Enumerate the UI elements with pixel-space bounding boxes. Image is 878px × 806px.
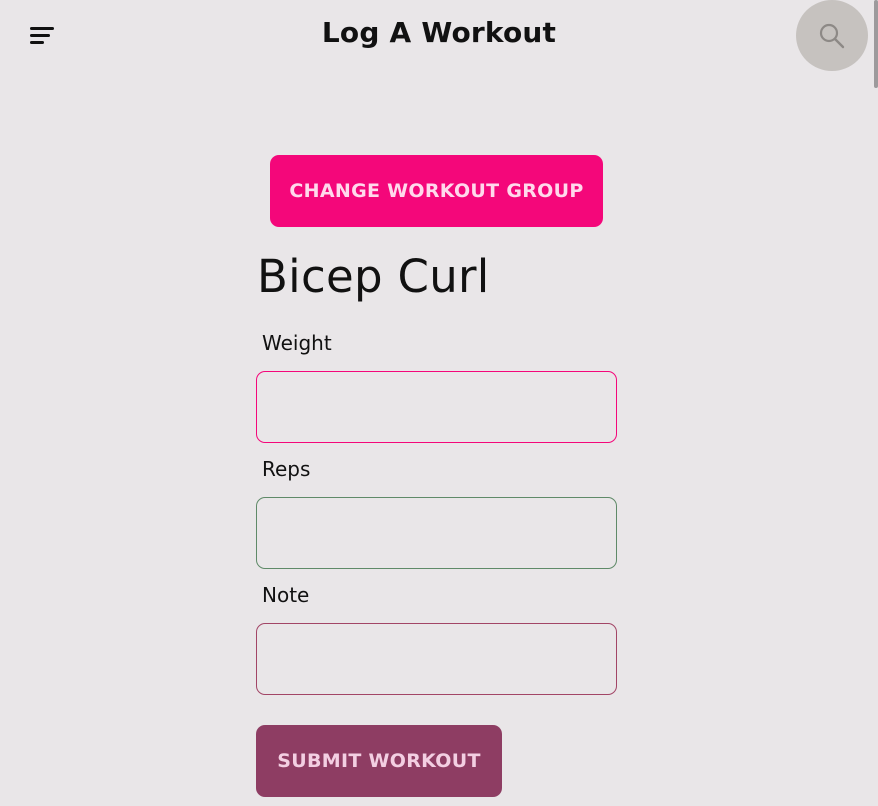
search-icon — [819, 23, 845, 49]
change-workout-group-button[interactable]: CHANGE WORKOUT GROUP — [270, 155, 603, 227]
search-button[interactable] — [796, 0, 868, 71]
scrollbar[interactable] — [874, 0, 878, 88]
note-label: Note — [262, 583, 310, 607]
weight-label: Weight — [262, 331, 332, 355]
exercise-name: Bicep Curl — [257, 250, 490, 303]
page-title: Log A Workout — [321, 16, 557, 49]
reps-input[interactable] — [256, 497, 617, 569]
log-workout-page: Log A Workout CHANGE WORKOUT GROUP Bicep… — [0, 0, 878, 806]
weight-input[interactable] — [256, 371, 617, 443]
note-input[interactable] — [256, 623, 617, 695]
submit-workout-button[interactable]: SUBMIT WORKOUT — [256, 725, 502, 797]
reps-label: Reps — [262, 457, 311, 481]
